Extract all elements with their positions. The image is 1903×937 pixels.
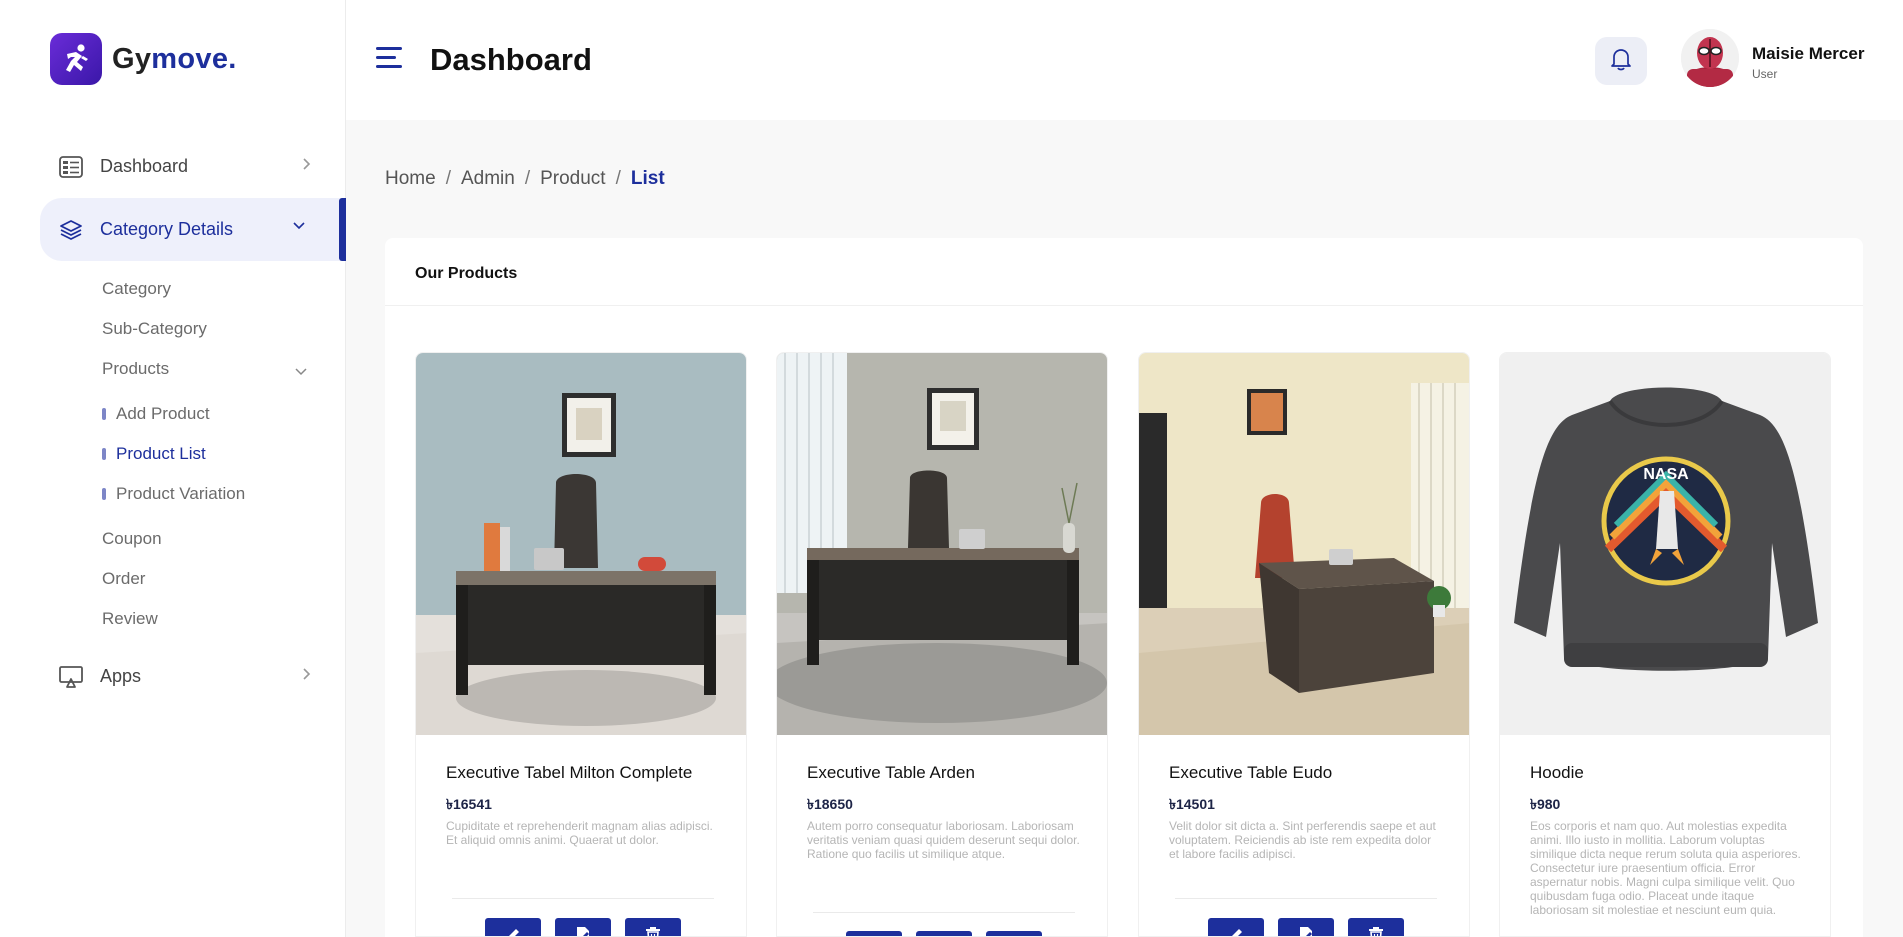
edit-button[interactable] [485,918,541,936]
chevron-right-icon [302,157,312,174]
brand-name: Gymove. [112,43,237,76]
breadcrumb-product[interactable]: Product [540,168,605,190]
document-edit-icon [1297,926,1315,936]
sidebar-item-apps-label: Apps [100,666,142,686]
bullet-mark [102,448,106,460]
product-name[interactable]: Executive Table Arden [807,763,975,783]
product-description: Velit dolor sit dicta a. Sint perferendi… [1169,819,1436,861]
product-price: ৳16541 [446,796,492,812]
product-description: Cupiditate et reprehenderit magnam alias… [446,819,713,847]
sidebar-nav: Dashboard Category Details [40,135,346,261]
sidebar-subitem-order[interactable]: Order [102,569,145,589]
product-description: Eos corporis et nam quo. Aut molestias e… [1530,819,1801,917]
delete-button[interactable] [625,918,681,936]
sidebar-item-dashboard[interactable]: Dashboard [40,135,346,198]
divider [813,912,1075,913]
sidebar-subitem-add-product[interactable]: Add Product [116,404,210,424]
breadcrumb-current: List [630,168,665,189]
chevron-right-icon [302,667,312,684]
sidebar-subitem-sub-category[interactable]: Sub-Category [102,319,207,339]
product-description: Autem porro consequatur laboriosam. Labo… [807,819,1080,861]
product-name[interactable]: Executive Table Eudo [1169,763,1332,783]
sidebar-item-apps[interactable]: Apps [40,645,346,708]
delete-button[interactable] [1348,918,1404,936]
breadcrumb-separator: / [445,168,451,189]
notification-button[interactable] [1595,37,1647,85]
document-edit-icon [574,926,592,936]
sidebar-item-category-details-label: Category Details [100,219,234,239]
product-image[interactable] [777,353,1107,735]
sidebar-subitem-category[interactable]: Category [102,279,171,299]
sidebar-subitem-product-list[interactable]: Product List [116,444,206,464]
chevron-down-icon [292,218,306,234]
edit-button[interactable] [846,931,902,936]
card-title: Our Products [385,238,1863,306]
user-role: User [1752,67,1778,81]
page-title: Dashboard [430,42,592,77]
brand-name-part1: Gy [112,42,152,75]
sidebar-item-dashboard-label: Dashboard [100,156,189,176]
sidebar: Gymove. Dashboard Category Details Categ… [0,0,346,937]
sidebar-subitem-review[interactable]: Review [102,609,158,629]
product-card[interactable]: Executive Tabel Milton Complete ৳16541 C… [415,352,747,937]
layers-icon [58,217,84,243]
sidebar-item-category-details[interactable]: Category Details [40,198,346,261]
delete-button[interactable] [986,931,1042,936]
dashboard-icon [58,154,84,180]
breadcrumb-home[interactable]: Home [385,168,436,190]
product-actions [485,918,695,936]
pencil-icon [504,926,522,936]
product-price: ৳14501 [1169,796,1215,812]
sidebar-subitem-coupon[interactable]: Coupon [102,529,162,549]
top-header: Dashboard Maisie Mercer User [346,0,1903,120]
sidebar-subitem-products[interactable]: Products [102,359,169,379]
trash-icon [645,926,661,936]
product-actions [846,931,1056,936]
divider [1175,898,1437,899]
edit-button[interactable] [1208,918,1264,936]
hoodie-print-text: NASA [1643,466,1689,483]
product-name[interactable]: Executive Tabel Milton Complete [446,763,692,783]
breadcrumb-separator: / [615,168,621,189]
sidebar-subitem-product-variation[interactable]: Product Variation [116,484,245,504]
breadcrumb-separator: / [524,168,531,189]
product-card[interactable]: Executive Table Arden ৳18650 Autem porro… [776,352,1108,937]
product-name[interactable]: Hoodie [1530,763,1584,783]
divider [452,898,714,899]
product-card[interactable]: Executive Table Eudo ৳14501 Velit dolor … [1138,352,1470,937]
details-button[interactable] [1278,918,1334,936]
menu-icon[interactable] [376,47,402,71]
bullet-mark [102,408,106,420]
chevron-down-icon [294,364,308,382]
details-button[interactable] [555,918,611,936]
brand-logo[interactable]: Gymove. [50,33,237,85]
monitor-icon [58,664,84,690]
bullet-mark [102,488,106,500]
product-price: ৳980 [1530,796,1561,812]
pencil-icon [1227,926,1245,936]
products-card: Our Products Executive Tabel Milton Comp… [385,238,1863,937]
details-button[interactable] [916,931,972,936]
product-price: ৳18650 [807,796,853,812]
product-image[interactable]: NASA [1500,353,1830,735]
bell-icon [1610,47,1632,76]
trash-icon [1368,926,1384,936]
runner-icon [50,33,102,85]
user-name[interactable]: Maisie Mercer [1752,44,1864,64]
product-image[interactable] [416,353,746,735]
product-actions [1208,918,1418,936]
product-card[interactable]: NASA Hoodie ৳980 Eos corporis et nam quo… [1499,352,1831,937]
brand-name-part2: move. [151,42,237,75]
breadcrumb: Home / Admin / Product / List [385,168,665,190]
avatar[interactable] [1681,29,1739,87]
breadcrumb-admin[interactable]: Admin [461,168,515,190]
product-image[interactable] [1139,353,1469,735]
